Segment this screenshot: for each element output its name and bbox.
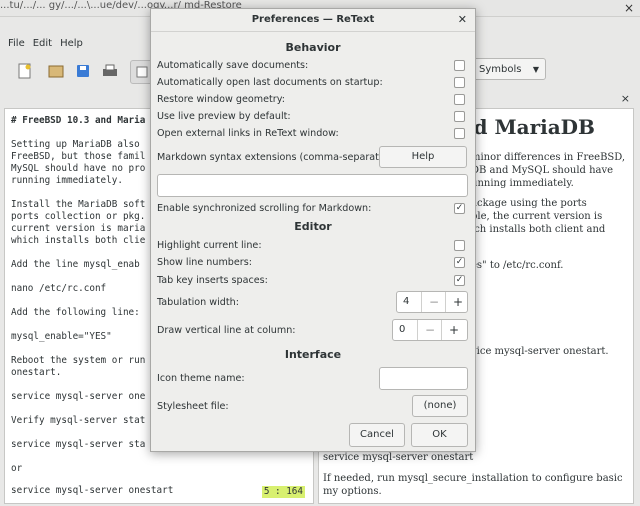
print-icon[interactable] — [99, 60, 121, 82]
tab-spaces-checkbox[interactable]: ✓ — [454, 275, 465, 286]
preview-paragraph: es" to /etc/rc.conf. — [471, 260, 564, 271]
cursor-position: 5 : 164 — [261, 486, 305, 498]
live-preview-checkbox[interactable] — [454, 111, 465, 122]
save-file-icon[interactable] — [72, 60, 94, 82]
stylesheet-button[interactable]: (none) — [412, 395, 468, 417]
preview-paragraph: service mysql-server onestart — [323, 452, 474, 463]
ok-button[interactable]: OK — [411, 423, 468, 447]
icon-theme-input[interactable] — [379, 367, 468, 390]
decrement-icon[interactable]: − — [417, 320, 442, 340]
line-numbers-checkbox[interactable]: ✓ — [454, 257, 465, 268]
menu-file[interactable]: File — [8, 38, 25, 49]
menubar: File Edit Help — [0, 38, 83, 54]
tab-width-value[interactable]: 4 — [403, 296, 409, 307]
sync-scroll-checkbox[interactable]: ✓ — [454, 203, 465, 214]
preview-paragraph: If needed, run mysql_secure_installation… — [323, 473, 623, 497]
window-close-icon[interactable]: × — [624, 1, 634, 15]
tab-spaces-label: Tab key inserts spaces: — [157, 275, 268, 286]
preview-paragraph: vice mysql-server onestart. — [471, 346, 609, 357]
preview-paragraph: minor differences in FreeBSD, DB and MyS… — [471, 152, 626, 189]
restore-geometry-checkbox[interactable] — [454, 94, 465, 105]
icon-theme-label: Icon theme name: — [157, 373, 245, 384]
dialog-close-icon[interactable]: ✕ — [458, 9, 467, 31]
vline-label: Draw vertical line at column: — [157, 325, 296, 336]
menu-help[interactable]: Help — [60, 38, 83, 49]
symbols-dropdown[interactable]: Symbols ▼ — [470, 58, 546, 80]
autosave-checkbox[interactable] — [454, 60, 465, 71]
line-numbers-label: Show line numbers: — [157, 257, 252, 268]
symbols-label: Symbols — [479, 64, 522, 75]
highlight-line-label: Highlight current line: — [157, 240, 262, 251]
section-interface: Interface — [284, 348, 342, 361]
increment-icon[interactable]: + — [445, 292, 470, 312]
section-editor: Editor — [294, 220, 332, 233]
open-last-checkbox[interactable] — [454, 77, 465, 88]
menu-edit[interactable]: Edit — [33, 38, 52, 49]
section-behavior: Behavior — [285, 41, 341, 54]
dialog-titlebar: Preferences — ReText ✕ — [151, 9, 475, 32]
vline-stepper[interactable]: 0 − + — [392, 319, 468, 341]
md-extensions-label: Markdown syntax extensions (comma-separa… — [157, 152, 398, 163]
md-extensions-input[interactable] — [157, 174, 468, 197]
preview-paragraph: ackage using the ports ple, the current … — [471, 198, 606, 235]
preview-heading: nd MariaDB — [459, 115, 595, 139]
open-last-label: Automatically open last documents on sta… — [157, 77, 383, 88]
tab-close-icon[interactable]: × — [621, 92, 630, 105]
cancel-button[interactable]: Cancel — [349, 423, 405, 447]
editor-line: or — [11, 463, 23, 474]
live-preview-label: Use live preview by default: — [157, 111, 291, 122]
external-links-label: Open external links in ReText window: — [157, 128, 339, 139]
new-file-icon[interactable] — [14, 60, 36, 82]
external-links-checkbox[interactable] — [454, 128, 465, 139]
help-button[interactable]: Help — [379, 146, 467, 168]
vline-value[interactable]: 0 — [399, 324, 405, 335]
restore-geometry-label: Restore window geometry: — [157, 94, 285, 105]
increment-icon[interactable]: + — [441, 320, 466, 340]
tab-width-stepper[interactable]: 4 − + — [396, 291, 468, 313]
preferences-dialog: Preferences — ReText ✕ Behavior Automati… — [150, 8, 476, 452]
editor-last-line: service mysql-server onestart — [11, 485, 174, 496]
open-file-icon[interactable] — [45, 60, 67, 82]
sync-scroll-label: Enable synchronized scrolling for Markdo… — [157, 203, 372, 214]
stylesheet-label: Stylesheet file: — [157, 401, 229, 412]
chevron-down-icon: ▼ — [532, 65, 539, 74]
decrement-icon[interactable]: − — [421, 292, 446, 312]
dialog-title: Preferences — ReText — [251, 14, 375, 25]
autosave-label: Automatically save documents: — [157, 60, 309, 71]
highlight-line-checkbox[interactable] — [454, 240, 465, 251]
tab-width-label: Tabulation width: — [157, 297, 239, 308]
